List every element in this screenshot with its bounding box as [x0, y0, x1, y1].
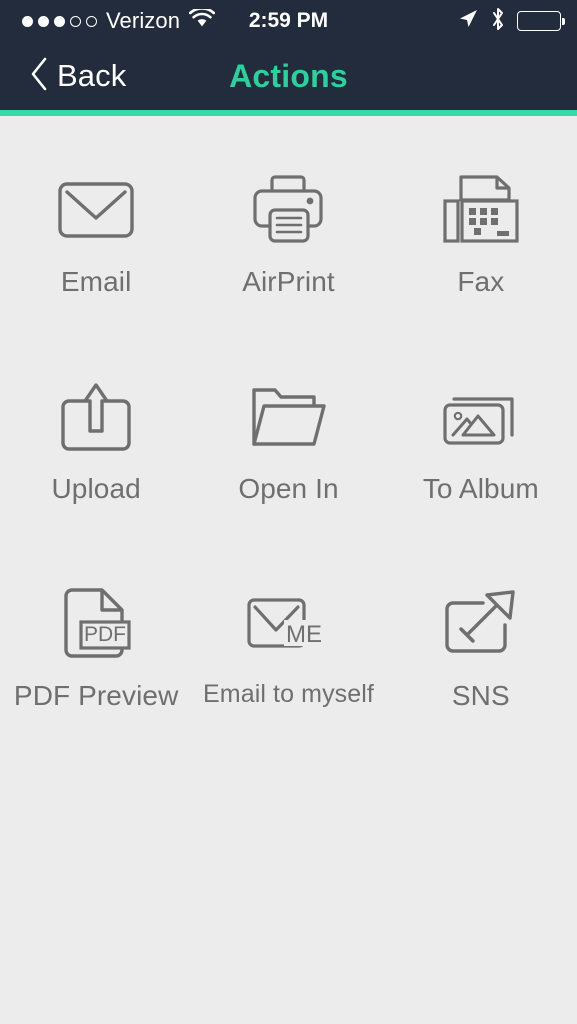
- action-item-email[interactable]: Email: [0, 116, 192, 323]
- action-label: Upload: [51, 473, 141, 504]
- action-label: PDF Preview: [13, 680, 179, 711]
- action-item-pdf-preview[interactable]: PDF PDF Preview: [0, 530, 192, 737]
- fax-machine-icon: [441, 170, 521, 250]
- location-arrow-icon: [457, 8, 479, 35]
- action-label: Email to myself: [203, 680, 374, 708]
- envelope-me-icon: ME: [246, 584, 330, 664]
- action-label: Open In: [238, 473, 339, 504]
- action-label: To Album: [422, 473, 539, 504]
- svg-text:PDF: PDF: [84, 623, 126, 646]
- navigation-bar: Back Actions: [0, 42, 577, 110]
- upload-share-icon: [57, 377, 135, 457]
- external-link-icon: [441, 584, 521, 664]
- bluetooth-icon: [490, 7, 506, 36]
- action-label: AirPrint: [242, 266, 335, 297]
- phone-screen: Verizon 2:59 PM Back Actions Email AirPr…: [0, 0, 577, 1024]
- action-label: SNS: [451, 680, 510, 711]
- actions-grid: Email AirPrint Fax Upload Open In To Alb…: [0, 116, 577, 737]
- action-item-airprint[interactable]: AirPrint: [192, 116, 384, 323]
- action-item-fax[interactable]: Fax: [385, 116, 577, 323]
- action-label: Fax: [457, 266, 505, 297]
- printer-icon: [249, 170, 327, 250]
- status-bar-right: [457, 7, 565, 36]
- action-item-email-to-myself[interactable]: ME Email to myself: [192, 530, 384, 737]
- battery-icon: [517, 11, 565, 31]
- action-item-sns[interactable]: SNS: [385, 530, 577, 737]
- action-item-open-in[interactable]: Open In: [192, 323, 384, 530]
- action-item-upload[interactable]: Upload: [0, 323, 192, 530]
- folder-icon: [248, 377, 328, 457]
- action-item-to-album[interactable]: To Album: [385, 323, 577, 530]
- envelope-icon: [57, 170, 135, 250]
- page-title: Actions: [229, 57, 348, 94]
- action-label: Email: [60, 266, 132, 297]
- status-bar: Verizon 2:59 PM: [0, 0, 577, 42]
- svg-text:ME: ME: [286, 621, 322, 648]
- photo-stack-icon: [440, 377, 522, 457]
- pdf-document-icon: PDF: [60, 584, 132, 664]
